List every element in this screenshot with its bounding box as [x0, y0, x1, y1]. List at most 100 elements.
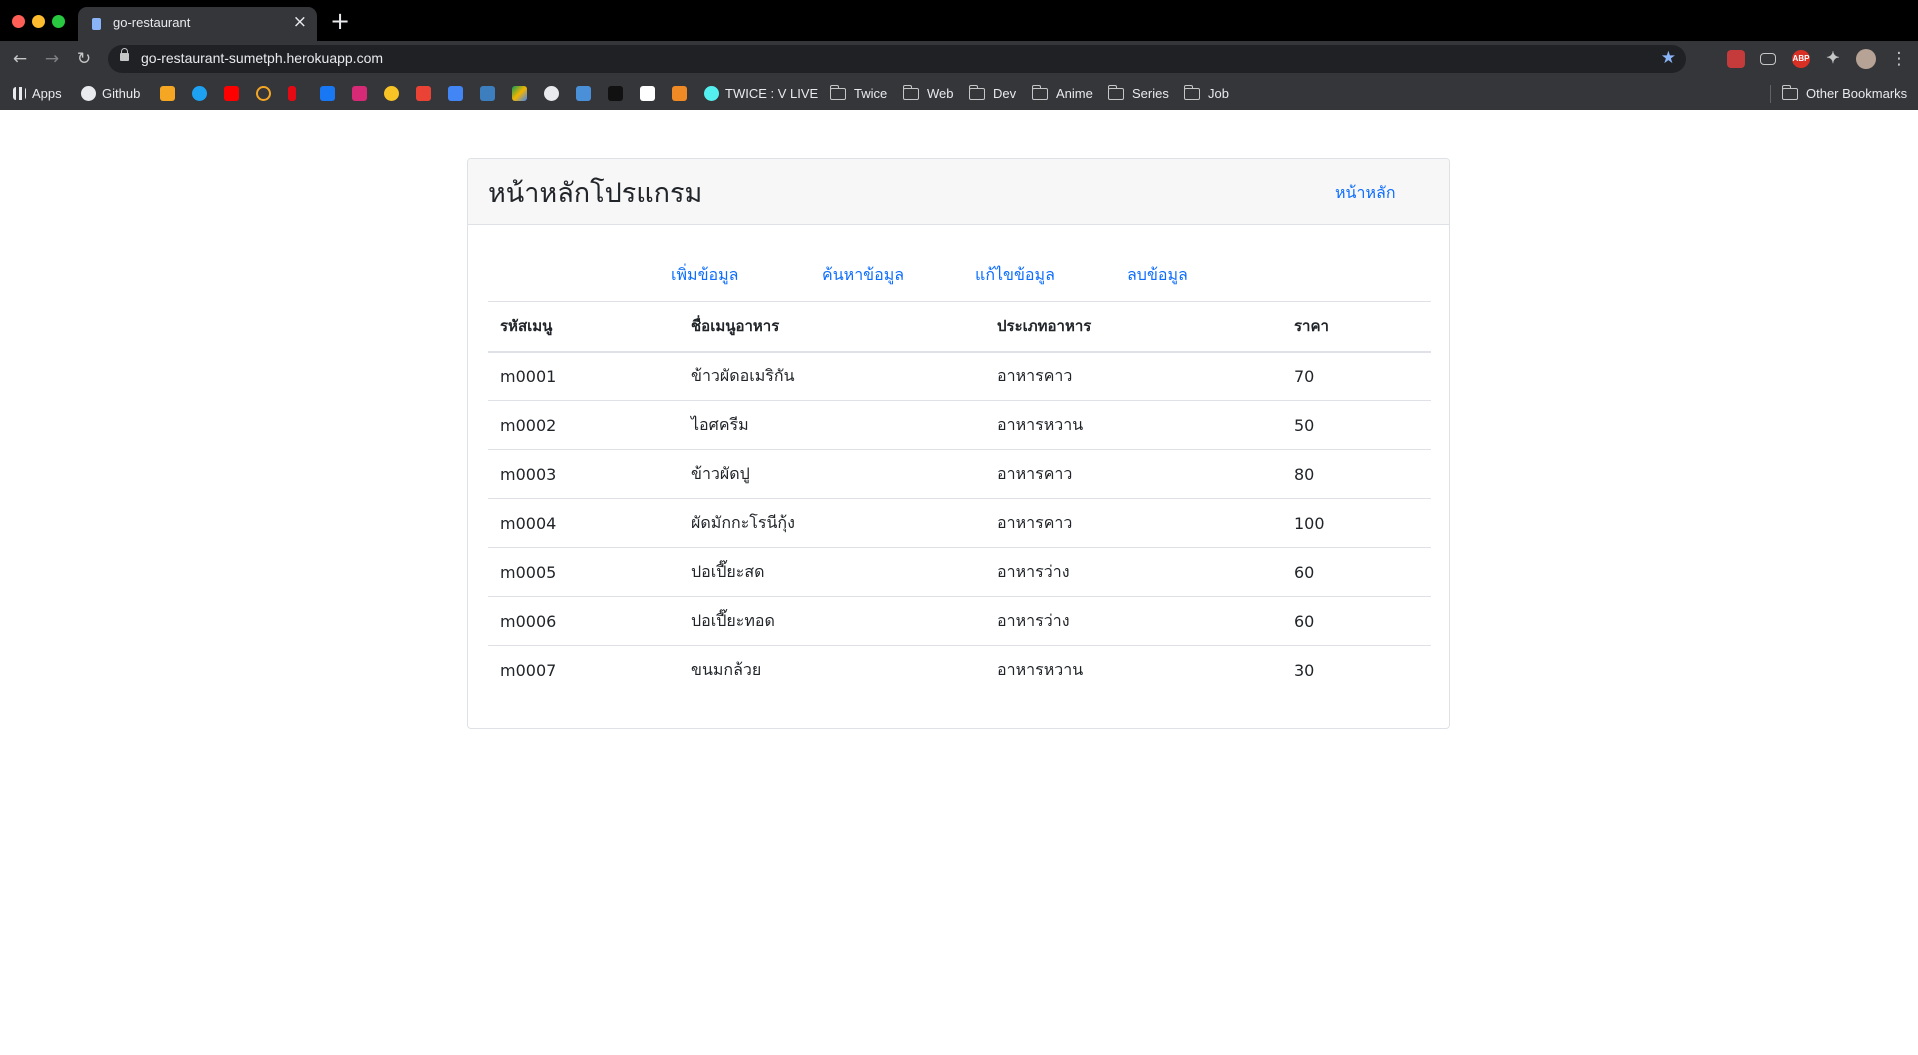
- menu-type-cell: อาหารว่าง: [985, 596, 1282, 646]
- bookmark-folder-label: Twice: [854, 86, 888, 101]
- back-arrow-icon[interactable]: ←: [9, 48, 31, 70]
- bookmark-orange[interactable]: [672, 77, 693, 110]
- page-title: หน้าหลักโปรแกรม: [488, 178, 703, 209]
- bookmark-r[interactable]: [640, 77, 661, 110]
- bookmark-circle[interactable]: [544, 77, 565, 110]
- bookmark-folder-label: Anime: [1056, 86, 1093, 101]
- cc-extension-icon[interactable]: [1760, 53, 1776, 65]
- more-menu-icon[interactable]: ⋮: [1888, 48, 1910, 70]
- menu-id-cell: m0002: [488, 400, 679, 450]
- gmail-icon: [416, 86, 431, 101]
- vlive-icon: [704, 86, 719, 101]
- bookmark-star-icon[interactable]: ★: [1661, 48, 1676, 68]
- minimize-window-button[interactable]: [32, 15, 45, 28]
- bookmark-emoji[interactable]: [384, 77, 405, 110]
- bookmark-folder-label: Dev: [993, 86, 1017, 101]
- flag-extension-icon[interactable]: [1727, 50, 1745, 68]
- bookmark-vlive-label: TWICE : V LIVE: [725, 86, 819, 101]
- bookmark-folder-web[interactable]: Web: [902, 77, 954, 110]
- menu-name-cell: ผัดมักกะโรนีกุ้ง: [679, 498, 985, 548]
- profile-avatar[interactable]: [1856, 49, 1876, 69]
- address-bar[interactable]: go-restaurant-sumetph.herokuapp.com ★: [108, 45, 1686, 73]
- bookmark-instagram[interactable]: [352, 77, 373, 110]
- home-link[interactable]: หน้าหลัก: [1335, 181, 1396, 206]
- bookmark-folder-twice[interactable]: Twice: [829, 77, 888, 110]
- bookmark-other-label: Other Bookmarks: [1806, 86, 1908, 101]
- bookmark-twitter[interactable]: [192, 77, 213, 110]
- bookmark-netflix[interactable]: [288, 77, 302, 110]
- bookmark-drive[interactable]: [512, 77, 533, 110]
- bookmark-youtube[interactable]: [224, 77, 245, 110]
- folder-icon: [1031, 84, 1048, 100]
- github-icon: [81, 86, 96, 101]
- edit-data-link[interactable]: แก้ไขข้อมูล: [975, 263, 1055, 288]
- menu-name-cell: ข้าวผัดอเมริกัน: [691, 365, 795, 385]
- twitter-icon: [192, 86, 207, 101]
- tab-title: go-restaurant: [113, 15, 191, 30]
- emoji-site-icon: [384, 86, 399, 101]
- url-text[interactable]: go-restaurant-sumetph.herokuapp.com: [141, 50, 383, 66]
- reload-icon[interactable]: ↻: [73, 48, 95, 70]
- browser-toolbar: ← → ↻ go-restaurant-sumetph.herokuapp.co…: [0, 41, 1918, 77]
- bookmark-vlive[interactable]: TWICE : V LIVE: [704, 77, 818, 110]
- bookmark-folder-dev[interactable]: Dev: [968, 77, 1017, 110]
- bookmark-github[interactable]: Github: [81, 77, 140, 110]
- close-window-button[interactable]: [12, 15, 25, 28]
- puzzle-extensions-icon[interactable]: ✦: [1824, 50, 1842, 68]
- card-header: หน้าหลักโปรแกรม หน้าหลัก: [468, 159, 1449, 225]
- column-header: รหัสเมนู: [488, 301, 679, 353]
- bookmark-calendar[interactable]: [576, 77, 597, 110]
- menu-name-cell: ปอเปี๊ยะสด: [679, 547, 985, 597]
- folder-icon: [968, 84, 985, 100]
- bookmark-nt[interactable]: [608, 77, 629, 110]
- column-header: ราคา: [1282, 301, 1431, 353]
- bookmark-facebook[interactable]: [320, 77, 341, 110]
- bookmark-folder-anime[interactable]: Anime: [1031, 77, 1093, 110]
- bookmark-bn[interactable]: [480, 77, 501, 110]
- bookmark-folder-label: Job: [1208, 86, 1229, 101]
- instagram-icon: [352, 86, 367, 101]
- delete-data-link[interactable]: ลบข้อมูล: [1127, 263, 1188, 288]
- bookmark-f[interactable]: [160, 77, 181, 110]
- action-links: เพิ่มข้อมูล ค้นหาข้อมูล แก้ไขข้อมูล ลบข้…: [468, 263, 1449, 287]
- bookmark-other[interactable]: Other Bookmarks: [1781, 77, 1908, 110]
- bookmark-folder-job[interactable]: Job: [1183, 77, 1229, 110]
- menu-price-cell: 30: [1282, 645, 1431, 695]
- browser-tab[interactable]: go-restaurant ×: [78, 7, 317, 41]
- menu-type-cell: อาหารคาว: [985, 449, 1282, 499]
- folder-icon: [1781, 84, 1798, 100]
- window-titlebar: go-restaurant × +: [0, 0, 1918, 41]
- search-data-link[interactable]: ค้นหาข้อมูล: [822, 263, 904, 288]
- menu-type-cell: อาหารว่าง: [985, 547, 1282, 597]
- bookmark-translate[interactable]: [448, 77, 469, 110]
- google-drive-icon: [512, 86, 527, 101]
- bookmarks-bar: Apps Github TWICE : V LIVE Twice Web Dev…: [0, 77, 1918, 110]
- menu-id-cell: m0001: [500, 366, 557, 386]
- new-tab-button[interactable]: +: [330, 7, 350, 35]
- maximize-window-button[interactable]: [52, 15, 65, 28]
- bookmark-play[interactable]: [256, 77, 277, 110]
- forward-arrow-icon[interactable]: →: [41, 48, 63, 70]
- tab-close-icon[interactable]: ×: [293, 12, 307, 32]
- menu-price-cell: 60: [1282, 596, 1431, 646]
- folder-icon: [902, 84, 919, 100]
- adblock-extension-icon[interactable]: ABP: [1792, 50, 1810, 68]
- table-row: m0002 ไอศครีม อาหารหวาน 50: [488, 400, 1431, 450]
- menu-table: รหัสเมนู ชื่อเมนูอาหาร ประเภทอาหาร ราคา …: [488, 301, 1431, 695]
- circle-site-icon: [544, 86, 559, 101]
- bookmark-gmail[interactable]: [416, 77, 437, 110]
- bookmark-folder-series[interactable]: Series: [1107, 77, 1169, 110]
- r-site-icon: [640, 86, 655, 101]
- menu-price-cell: 80: [1282, 449, 1431, 499]
- netflix-icon: [288, 86, 296, 101]
- menu-id-cell: m0003: [488, 449, 679, 499]
- bookmark-github-label: Github: [102, 86, 141, 101]
- menu-id-cell: m0007: [488, 645, 679, 695]
- bookmark-apps[interactable]: Apps: [13, 77, 62, 110]
- bookmark-folder-label: Series: [1132, 86, 1169, 101]
- menu-id-cell: m0006: [488, 596, 679, 646]
- table-row: m0007 ขนมกล้วย อาหารหวาน 30: [488, 645, 1431, 695]
- page-favicon-icon: [92, 18, 101, 30]
- apps-grid-icon: [13, 87, 26, 100]
- add-data-link[interactable]: เพิ่มข้อมูล: [671, 263, 738, 288]
